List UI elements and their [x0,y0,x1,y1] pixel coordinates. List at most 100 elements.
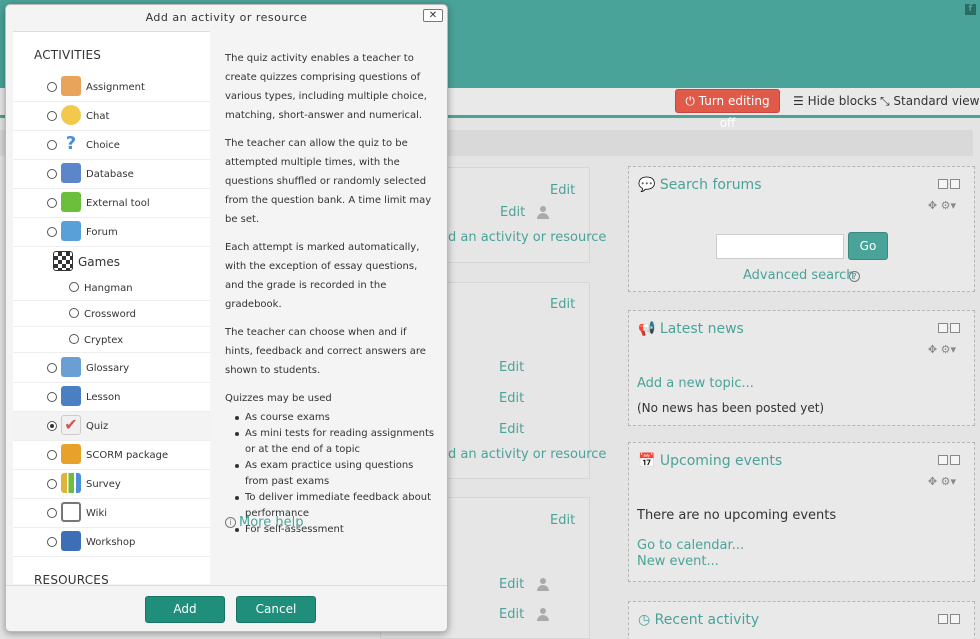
person-icon [537,608,549,621]
activity-edit-menu[interactable]: Edit [499,360,524,375]
new-event-link[interactable]: New event... [637,554,719,569]
radio-button[interactable] [47,450,57,460]
radio-button[interactable] [47,140,57,150]
radio-button[interactable] [47,198,57,208]
activity-edit-menu[interactable]: Edit [499,577,524,592]
option-label: Quiz [86,421,109,432]
cancel-button[interactable]: Cancel [236,596,316,623]
block-title: 📢 Latest news [638,321,744,337]
turn-editing-off-button[interactable]: ⏻ Turn editing off [675,89,780,130]
activity-option-list: ACTIVITIES Assignment Chat ? Choice Data… [13,31,210,584]
dialog-footer: Add Cancel [6,585,447,631]
more-help-link[interactable]: i More help [225,515,303,530]
option-chat[interactable]: Chat [13,102,210,131]
help-paragraph: The teacher can choose when and if hints… [225,327,426,376]
option-hangman[interactable]: Hangman [13,275,210,301]
wiki-icon [61,502,81,522]
block-controls[interactable] [938,455,960,465]
add-topic-link[interactable]: Add a new topic... [637,376,754,391]
section-edit-menu[interactable]: Edit [550,513,575,528]
add-activity-dialog: Add an activity or resource ✕ ACTIVITIES… [5,4,448,632]
hide-blocks-button[interactable]: ☰ Hide blocks [793,94,877,108]
radio-button[interactable] [47,227,57,237]
minimize-icon[interactable] [938,179,948,189]
radio-button[interactable] [47,537,57,547]
section-edit-menu[interactable]: Edit [550,297,575,312]
radio-button[interactable] [47,392,57,402]
option-label: Chat [86,111,110,122]
activity-edit-menu[interactable]: Edit [499,391,524,406]
radio-button[interactable] [47,363,57,373]
lesson-icon [61,386,81,406]
workshop-icon [61,531,81,551]
go-button[interactable]: Go [848,232,888,260]
block-controls[interactable] [938,614,960,624]
option-wiki[interactable]: Wiki [13,499,210,528]
option-forum[interactable]: Forum [13,218,210,247]
section-edit-menu[interactable]: Edit [550,183,575,198]
option-workshop[interactable]: Workshop [13,528,210,557]
add-activity-link[interactable]: d an activity or resource [448,230,606,245]
dock-icon[interactable] [950,614,960,624]
option-choice[interactable]: ? Choice [13,131,210,160]
assignment-icon [61,76,81,96]
dialog-title: Add an activity or resource [145,11,308,24]
radio-button[interactable] [69,282,79,292]
search-input[interactable] [716,234,844,259]
option-cryptex[interactable]: Cryptex [13,327,210,353]
minimize-icon[interactable] [938,614,948,624]
puzzle-icon [61,192,81,212]
move-icon[interactable]: ✥ ⚙▾ [928,475,956,488]
calendar-link[interactable]: Go to calendar... [637,538,744,553]
move-icon[interactable]: ✥ ⚙▾ [928,343,956,356]
clock-icon: ◷ [638,612,655,628]
radio-button[interactable] [47,82,57,92]
activities-heading: ACTIVITIES [34,48,102,62]
option-label: Hangman [84,283,133,294]
comments-icon: 💬 [638,177,660,193]
radio-button[interactable] [47,508,57,518]
games-label: Games [78,255,120,269]
facebook-icon[interactable]: f [965,4,976,15]
power-icon: ⏻ [685,94,699,108]
activity-edit-menu[interactable]: Edit [499,422,524,437]
radio-button[interactable] [69,308,79,318]
person-icon [537,206,549,219]
option-assignment[interactable]: Assignment [13,73,210,102]
radio-button[interactable] [47,111,57,121]
option-lesson[interactable]: Lesson [13,383,210,412]
radio-button[interactable] [47,421,57,431]
block-controls[interactable] [938,179,960,189]
advanced-search-link[interactable]: Advanced search [743,268,855,283]
block-controls[interactable] [938,323,960,333]
dock-icon[interactable] [950,179,960,189]
games-group: Games [53,250,210,274]
radio-button[interactable] [47,169,57,179]
close-icon[interactable]: ✕ [423,9,443,22]
block-title: 💬 Search forums [638,177,762,193]
minimize-icon[interactable] [938,323,948,333]
radio-button[interactable] [69,334,79,344]
minimize-icon[interactable] [938,455,948,465]
help-icon[interactable]: ? [849,271,860,282]
add-button[interactable]: Add [145,596,225,623]
activity-edit-menu[interactable]: Edit [500,205,525,220]
dock-icon[interactable] [950,455,960,465]
option-external-tool[interactable]: External tool [13,189,210,218]
survey-icon [61,473,81,493]
dock-icon[interactable] [950,323,960,333]
radio-button[interactable] [47,479,57,489]
option-survey[interactable]: Survey [13,470,210,499]
standard-view-button[interactable]: ⤡ Standard view [880,94,979,109]
option-database[interactable]: Database [13,160,210,189]
more-help-label: More help [239,515,304,530]
compress-icon: ⤡ [880,94,894,108]
option-quiz[interactable]: ✔ Quiz [13,412,210,441]
add-activity-link[interactable]: d an activity or resource [448,447,606,462]
activity-edit-menu[interactable]: Edit [499,607,524,622]
option-scorm-package[interactable]: SCORM package [13,441,210,470]
move-icon[interactable]: ✥ ⚙▾ [928,199,956,212]
option-glossary[interactable]: Glossary [13,354,210,383]
quiz-icon: ✔ [61,415,81,435]
option-crossword[interactable]: Crossword [13,301,210,327]
